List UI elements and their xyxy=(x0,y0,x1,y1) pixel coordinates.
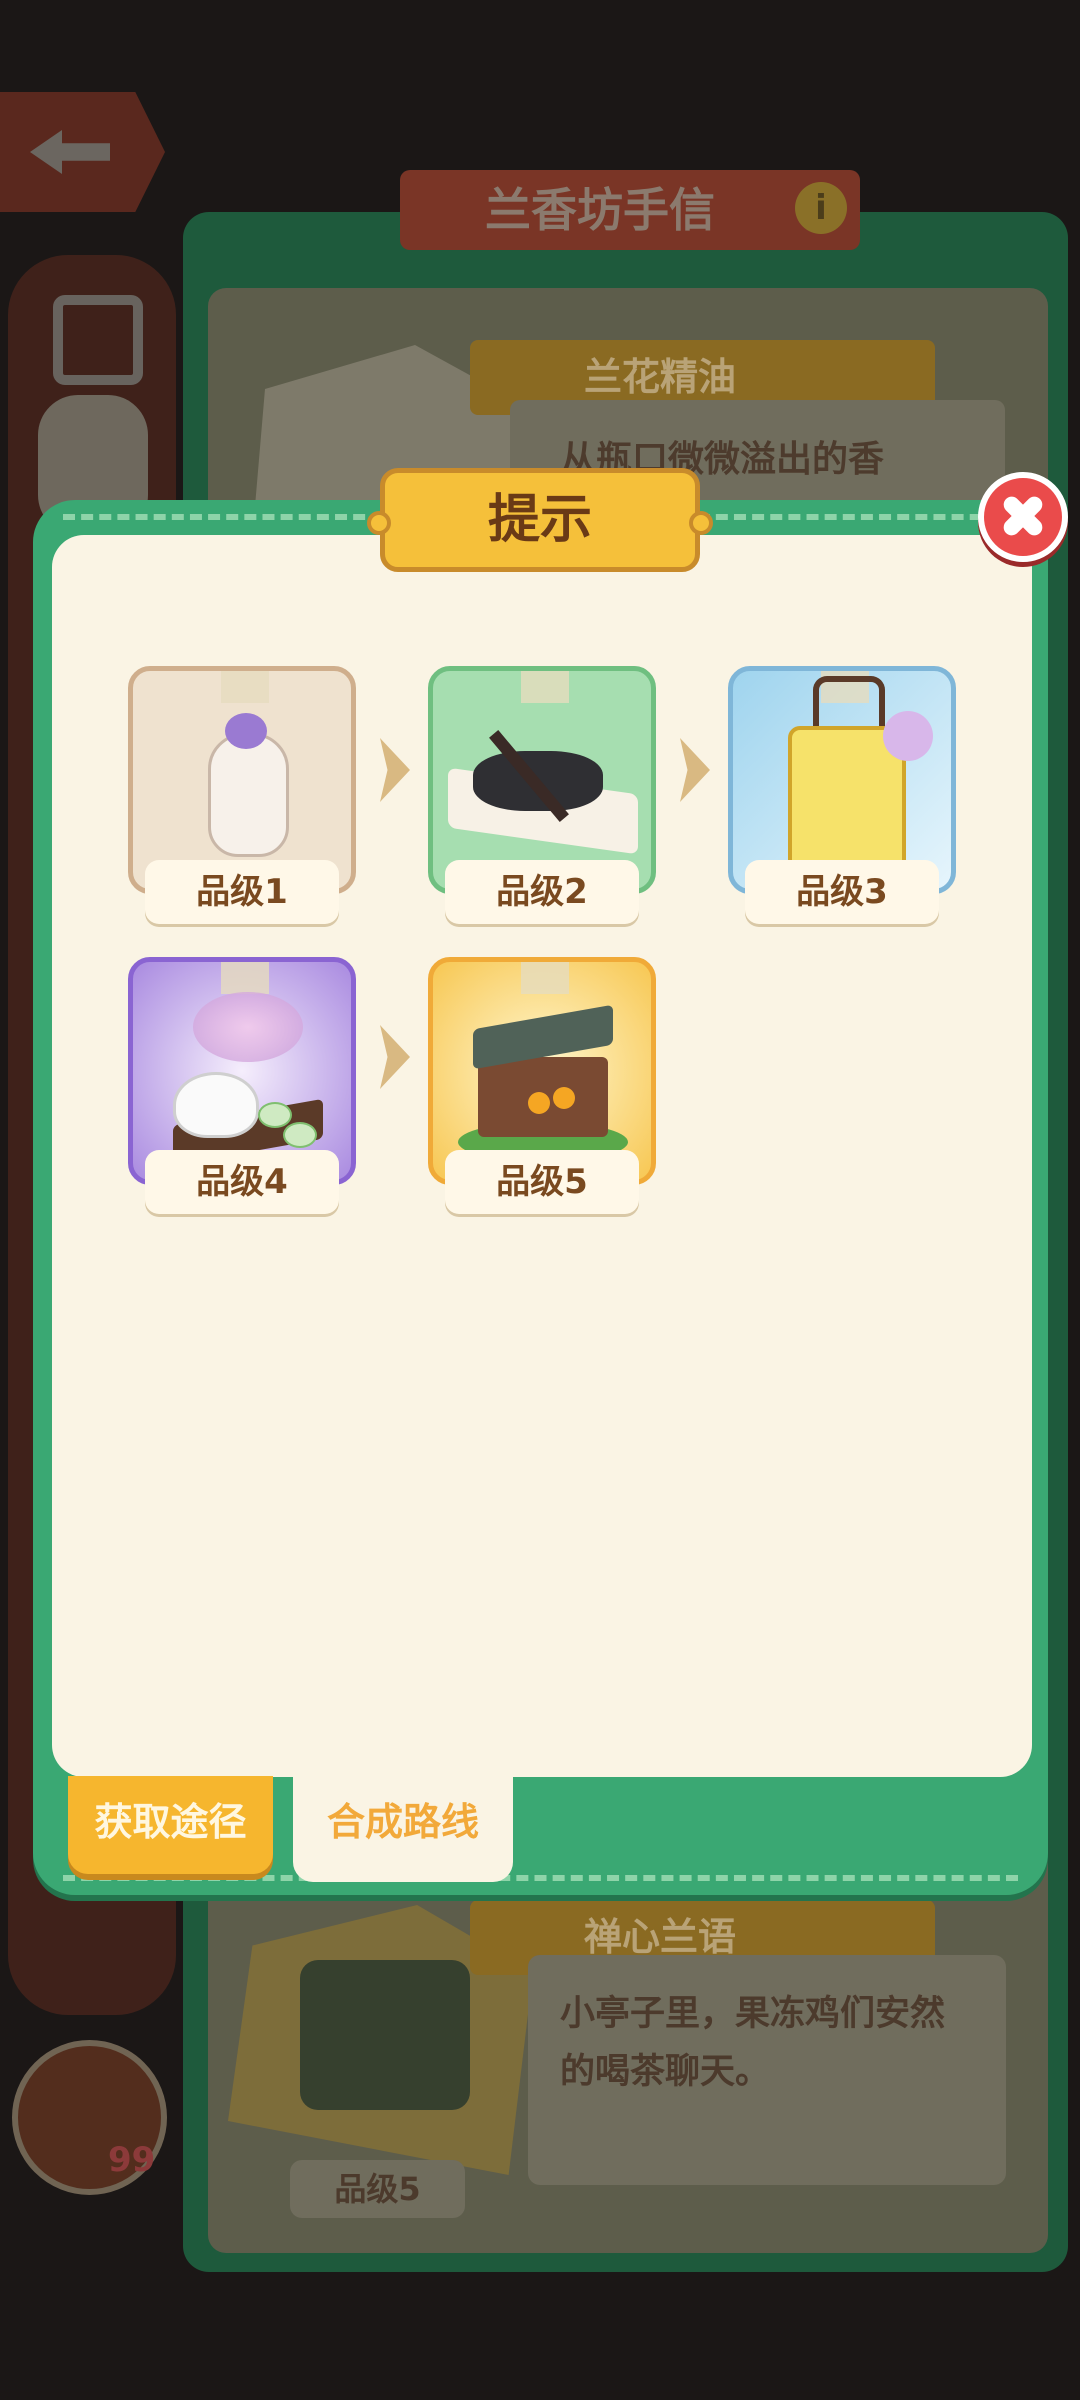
bottle-cap xyxy=(225,713,267,749)
tape-decoration xyxy=(221,671,269,703)
lantern-handle xyxy=(813,676,885,732)
chick-icon xyxy=(528,1092,550,1114)
grade-2-label: 品级2 xyxy=(445,860,639,924)
grade-1-label: 品级1 xyxy=(145,860,339,924)
bottom-item-description: 小亭子里，果冻鸡们安然的喝茶聊天。 xyxy=(560,1994,946,2092)
orchid-flower xyxy=(193,992,303,1062)
link-icon[interactable] xyxy=(53,295,143,385)
chick-icon xyxy=(553,1087,575,1109)
tab-synthesis-route[interactable]: 合成路线 xyxy=(293,1776,513,1882)
dialog-stitch-bottom xyxy=(63,1875,1018,1881)
close-icon[interactable] xyxy=(978,472,1068,562)
grade-3-label: 品级3 xyxy=(745,860,939,924)
hand-count: 99 xyxy=(108,2140,156,2180)
orchid-flower xyxy=(883,711,933,761)
tab-obtain-method[interactable]: 获取途径 xyxy=(68,1776,273,1874)
grade-5-label: 品级5 xyxy=(445,1150,639,1214)
oil-bottle-icon xyxy=(208,733,289,857)
dialog-title: 提示 xyxy=(367,468,713,572)
tape-decoration xyxy=(521,962,569,994)
tape-decoration xyxy=(521,671,569,703)
bottom-item-grade: 品级5 xyxy=(290,2160,465,2218)
tea-cup xyxy=(283,1122,317,1148)
teapot-icon xyxy=(173,1072,259,1138)
tape-decoration xyxy=(221,962,269,994)
back-arrow-icon[interactable] xyxy=(0,92,165,212)
info-icon[interactable]: i xyxy=(795,182,847,234)
tea-cup xyxy=(258,1102,292,1128)
handbook-title: 兰香坊手信 xyxy=(485,183,715,237)
bottom-item-art xyxy=(300,1960,470,2110)
grade-4-label: 品级4 xyxy=(145,1150,339,1214)
